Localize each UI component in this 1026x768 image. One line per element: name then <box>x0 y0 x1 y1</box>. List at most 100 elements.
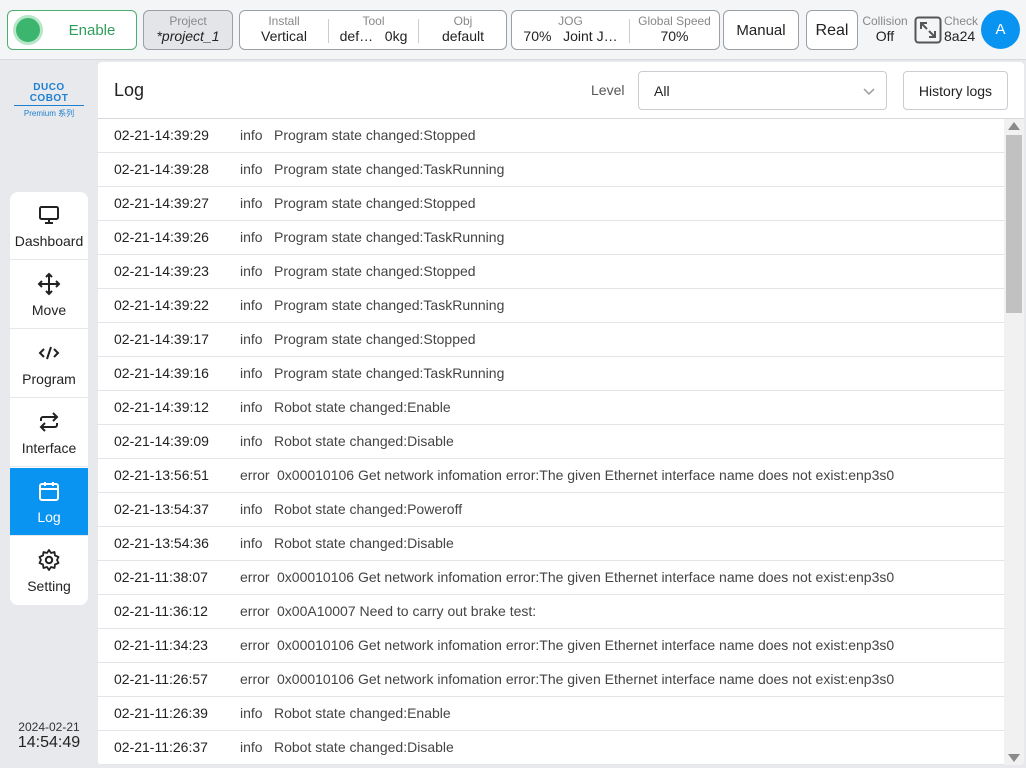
page-title: Log <box>114 80 145 100</box>
scroll-up-arrow[interactable] <box>1008 122 1020 130</box>
log-level: info <box>240 297 263 313</box>
real-mode-button[interactable]: Real <box>806 10 858 50</box>
log-row[interactable]: 02-21-14:39:29 info Program state changed:… <box>98 119 1004 153</box>
log-message: Program state changed:Stopped <box>274 331 476 347</box>
history-logs-label: History logs <box>918 83 993 99</box>
log-timestamp: 02-21-11:26:57 <box>114 671 208 687</box>
obj-cell[interactable]: Obj default <box>419 11 507 49</box>
log-message: 0x00A10007 Need to carry out brake test: <box>277 603 537 619</box>
manual-mode-button[interactable]: Manual <box>723 10 799 50</box>
enable-button[interactable]: Enable <box>7 10 137 50</box>
log-timestamp: 02-21-13:54:36 <box>114 535 209 551</box>
log-row[interactable]: 02-21-11:36:12 error 0x00A10007 Need to ca… <box>98 595 1004 629</box>
log-scrollbar[interactable] <box>1004 119 1024 765</box>
collision-caption: Collision <box>862 14 908 28</box>
jog-cell[interactable]: JOG 70% Joint J… <box>512 11 629 49</box>
scroll-thumb[interactable] <box>1006 135 1022 313</box>
log-level: info <box>240 263 263 279</box>
global-speed-caption: Global Speed <box>638 14 711 28</box>
tool-cell[interactable]: Tool def… 0kg <box>329 11 418 49</box>
log-message: Program state changed:TaskRunning <box>274 365 505 381</box>
log-row[interactable]: 02-21-14:39:16 info Program state changed:… <box>98 357 1004 391</box>
log-row[interactable]: 02-21-13:54:36 info Robot state changed:Di… <box>98 527 1004 561</box>
log-timestamp: 02-21-11:36:12 <box>114 603 208 619</box>
log-panel: Log Level All History logs 02-21-14:39:2… <box>98 62 1024 765</box>
install-cell[interactable]: Install Vertical <box>240 11 328 49</box>
sidebar-item-label: Program <box>22 371 76 387</box>
install-value: Vertical <box>261 28 307 44</box>
collision-status[interactable]: Collision Off <box>860 14 910 45</box>
sidebar-item-label: Move <box>31 302 67 318</box>
level-filter-label: Level <box>591 82 625 98</box>
log-timestamp: 02-21-14:39:28 <box>114 161 209 177</box>
sidebar-item-setting[interactable]: Setting <box>10 537 88 605</box>
install-caption: Install <box>268 14 300 28</box>
project-name: *project_1 <box>156 28 220 44</box>
log-row[interactable]: 02-21-14:39:17 info Program state changed:… <box>98 323 1004 357</box>
chevron-down-icon <box>863 88 875 96</box>
log-row[interactable]: 02-21-14:39:26 info Program state changed:… <box>98 221 1004 255</box>
log-row[interactable]: 02-21-14:39:22 info Program state changed:… <box>98 289 1004 323</box>
log-level: error <box>240 467 270 483</box>
level-filter-value: All <box>654 83 670 99</box>
log-row[interactable]: 02-21-11:38:07 error 0x00010106 Get networ… <box>98 561 1004 595</box>
level-filter-select[interactable]: All <box>638 71 887 110</box>
log-timestamp: 02-21-14:39:09 <box>114 433 209 449</box>
sidebar-item-log[interactable]: Log <box>10 468 88 536</box>
check-status[interactable]: Check 8a24 <box>944 14 980 45</box>
expand-icon[interactable] <box>914 16 942 44</box>
log-row[interactable]: 02-21-14:39:23 info Program state changed:… <box>98 255 1004 289</box>
log-timestamp: 02-21-13:56:51 <box>114 467 209 483</box>
log-message: Program state changed:TaskRunning <box>274 229 505 245</box>
jog-percent: 70% <box>523 28 552 44</box>
sidebar-item-dashboard[interactable]: Dashboard <box>10 192 88 260</box>
log-row[interactable]: 02-21-11:34:23 error 0x00010106 Get networ… <box>98 629 1004 663</box>
sidebar-item-interface[interactable]: Interface <box>10 399 88 467</box>
log-row[interactable]: 02-21-11:26:39 info Robot state changed:En… <box>98 697 1004 731</box>
history-logs-button[interactable]: History logs <box>903 71 1008 110</box>
log-row[interactable]: 02-21-11:26:57 error 0x00010106 Get networ… <box>98 663 1004 697</box>
user-avatar[interactable]: A <box>981 10 1020 49</box>
obj-value: default <box>441 28 485 44</box>
log-row[interactable]: 02-21-13:56:51 error 0x00010106 Get networ… <box>98 459 1004 493</box>
swap-arrows-icon <box>39 412 59 432</box>
log-level: info <box>240 433 263 449</box>
log-message: 0x00010106 Get network infomation error:… <box>277 569 895 585</box>
current-time: 14:54:49 <box>17 734 81 751</box>
log-timestamp: 02-21-14:39:29 <box>114 127 209 143</box>
log-message: Robot state changed:Disable <box>274 739 454 755</box>
log-level: error <box>240 603 270 619</box>
brand-name: DUCO COBOT <box>14 82 84 106</box>
project-selector[interactable]: Project *project_1 <box>143 10 233 50</box>
log-row[interactable]: 02-21-13:54:37 info Robot state changed:Po… <box>98 493 1004 527</box>
log-level: info <box>240 705 263 721</box>
sidebar-item-move[interactable]: Move <box>10 261 88 329</box>
log-level: info <box>240 501 263 517</box>
log-row[interactable]: 02-21-14:39:28 info Program state changed:… <box>98 153 1004 187</box>
sidebar-item-label: Setting <box>27 578 71 594</box>
obj-caption: Obj <box>453 14 473 28</box>
tool-name: def… <box>339 28 374 44</box>
current-date: 2024-02-21 <box>18 720 80 734</box>
install-tool-obj-panel[interactable]: Install Vertical Tool def… 0kg Obj defau… <box>239 10 507 50</box>
log-level: info <box>240 161 263 177</box>
log-row[interactable]: 02-21-14:39:12 info Robot state changed:En… <box>98 391 1004 425</box>
log-row[interactable]: 02-21-11:26:37 info Robot state changed:Di… <box>98 731 1004 765</box>
log-row[interactable]: 02-21-14:39:27 info Program state changed:… <box>98 187 1004 221</box>
log-level: info <box>240 365 263 381</box>
log-message: Program state changed:Stopped <box>274 127 476 143</box>
jog-speed-panel[interactable]: JOG 70% Joint J… Global Speed 70% <box>511 10 720 50</box>
global-speed-cell[interactable]: Global Speed 70% <box>630 11 719 49</box>
log-message: Program state changed:Stopped <box>274 195 476 211</box>
log-level: info <box>240 195 263 211</box>
log-message: Program state changed:TaskRunning <box>274 161 505 177</box>
scroll-down-arrow[interactable] <box>1008 754 1020 762</box>
log-level: error <box>240 569 270 585</box>
log-list[interactable]: 02-21-14:39:29 info Program state changed:… <box>98 119 1004 765</box>
log-timestamp: 02-21-14:39:26 <box>114 229 209 245</box>
sidebar-item-program[interactable]: Program <box>10 330 88 398</box>
project-caption: Project <box>169 14 207 28</box>
log-row[interactable]: 02-21-14:39:09 info Robot state changed:Di… <box>98 425 1004 459</box>
jog-mode: Joint J… <box>563 28 618 44</box>
log-level: info <box>240 399 263 415</box>
